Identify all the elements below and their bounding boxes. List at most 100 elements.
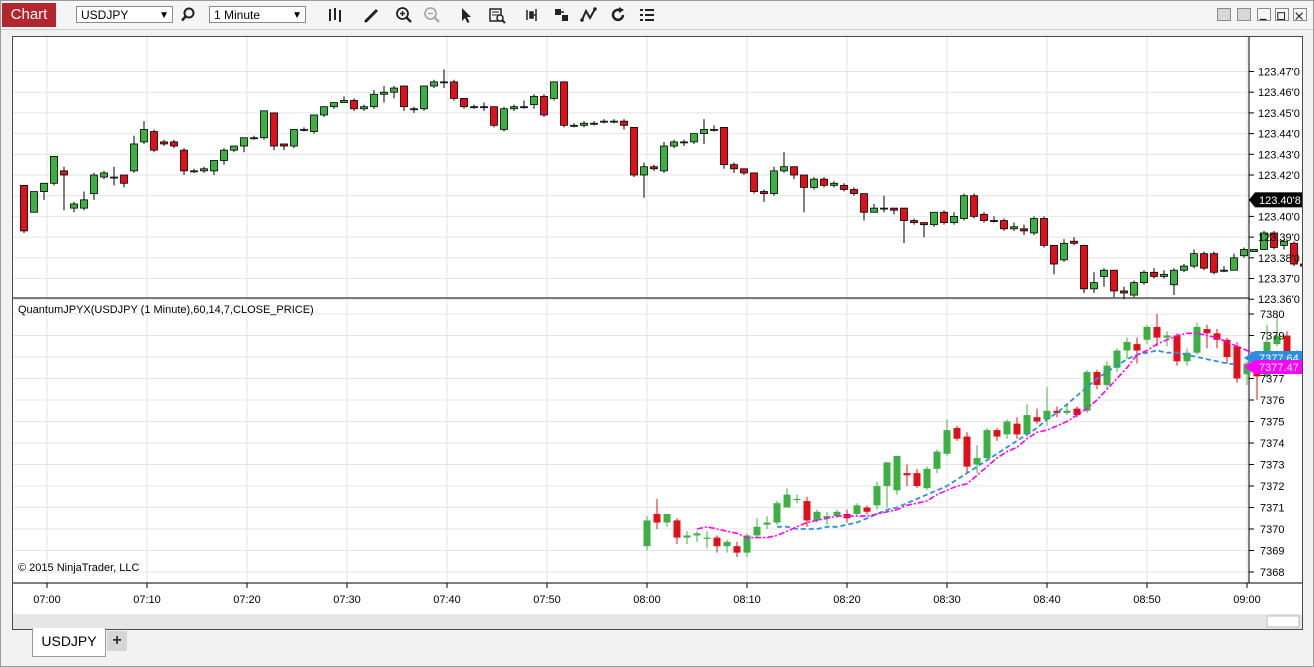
search-icon[interactable] [178,5,198,25]
price-candle [830,182,838,186]
indicator-candle [1013,423,1021,435]
price-candle [1300,263,1308,267]
x-tick-label: 07:20 [233,594,261,606]
draw-pencil-icon[interactable] [362,5,382,25]
price-candle [950,215,958,224]
x-tick-label: 07:00 [33,594,61,606]
indicator-candle [1003,421,1011,435]
indicator-candle [1153,326,1161,338]
indicator-candle [933,451,941,469]
indicator-candle [993,430,1001,437]
price-candle [800,174,808,188]
indicator-candle [1173,335,1181,362]
data-box-icon[interactable] [487,5,507,25]
y-tick-label: 7380 [1260,309,1284,321]
price-candle [260,110,268,139]
indicator-candle [1123,341,1131,351]
price-candle [630,126,638,176]
indicator-candle [1203,329,1211,334]
price-candle [30,191,38,213]
instrument-selector[interactable]: USDJPY ▼ [76,6,173,23]
price-candle [670,141,678,147]
indicator-candle [753,526,761,536]
price-candle [1020,228,1028,232]
indicator-candle [853,505,861,514]
zoom-in-icon[interactable] [394,5,414,25]
price-candle [700,129,708,134]
price-candle [1170,269,1178,286]
y-tick-label: 7372 [1260,481,1284,493]
zoom-out-icon[interactable] [422,5,442,25]
price-candle [1200,253,1208,269]
y-tick-label: 7375 [1260,417,1284,429]
price-candle [1190,253,1198,267]
price-candle [870,207,878,213]
indicator-candle [763,522,771,525]
refresh-icon[interactable] [608,5,628,25]
price-candle [1210,253,1218,273]
price-candle [540,95,548,116]
price-candle [650,166,658,170]
price-candle [1050,244,1058,265]
y-tick-label: 123.45'0 [1258,108,1300,120]
interval-selector[interactable]: 1 Minute ▼ [209,6,306,23]
price-candle [300,129,308,131]
price-candle [400,85,408,108]
indicator-label: QuantumJPYX(USDJPY (1 Minute),60,14,7,CL… [18,304,314,316]
indicator-candle [793,498,801,501]
current-price-label: 123.40'8 [1259,195,1301,207]
close-button[interactable] [1293,8,1307,21]
price-candle [1250,249,1258,252]
chart-window: Chart USDJPY ▼ 1 Minute ▼ 123.47'0 123.4… [0,0,1314,667]
price-candle [1070,240,1078,244]
bar-type-icon[interactable] [325,5,345,25]
price-candle [930,211,938,226]
indicator-icon[interactable] [552,5,572,25]
y-tick-label: 7371 [1260,503,1284,515]
pointer-icon[interactable] [456,5,476,25]
price-candle [550,81,558,99]
indicator-candle [1133,344,1141,351]
add-tab-button[interactable]: + [107,631,127,651]
price-candle [920,222,928,226]
y-tick-label: 7368 [1260,567,1284,579]
indicator-candle [883,462,891,486]
tab-usdjpy[interactable]: USDJPY [32,628,106,657]
chart-area[interactable]: 123.47'0 123.46'0 123.45'0 123.44'0 123.43'0… [12,36,1314,630]
tile-button[interactable] [1217,8,1231,21]
y-tick-label: 123.38'0 [1258,253,1300,265]
strategy-icon[interactable] [579,5,599,25]
price-candle [280,143,288,147]
indicator-candles [643,314,1314,557]
price-candle [620,120,628,126]
y-tick-label: 123.42'0 [1258,170,1300,182]
price-candle [900,207,908,221]
x-tick-label: 08:20 [833,594,861,606]
tile-button-2[interactable] [1237,8,1251,21]
chart-canvas[interactable]: 123.47'0 123.46'0 123.45'0 123.44'0 123.43'0… [13,37,1314,629]
properties-icon[interactable] [637,5,657,25]
minimize-button[interactable] [1257,8,1271,21]
horizontal-scrollbar[interactable] [13,614,1302,629]
price-candle [1150,271,1158,277]
price-candle [160,141,168,145]
price-candle [590,122,598,125]
price-candle [1240,249,1248,257]
price-candle [740,168,748,174]
price-candle [840,184,848,190]
chevron-down-icon: ▼ [159,10,169,21]
indicator-candle [643,520,651,547]
price-candle [660,145,668,172]
price-candle [1230,257,1238,271]
price-candle [780,166,788,172]
price-candle [1080,244,1088,290]
indicator-candle [693,533,701,536]
price-candle [970,195,978,217]
price-candle [1180,265,1188,271]
chart-style-icon[interactable] [522,5,542,25]
price-candle [1100,269,1108,277]
maximize-button[interactable] [1275,8,1289,21]
y-tick-label: 7376 [1260,395,1284,407]
price-candle [910,220,918,224]
price-candle [500,108,508,130]
